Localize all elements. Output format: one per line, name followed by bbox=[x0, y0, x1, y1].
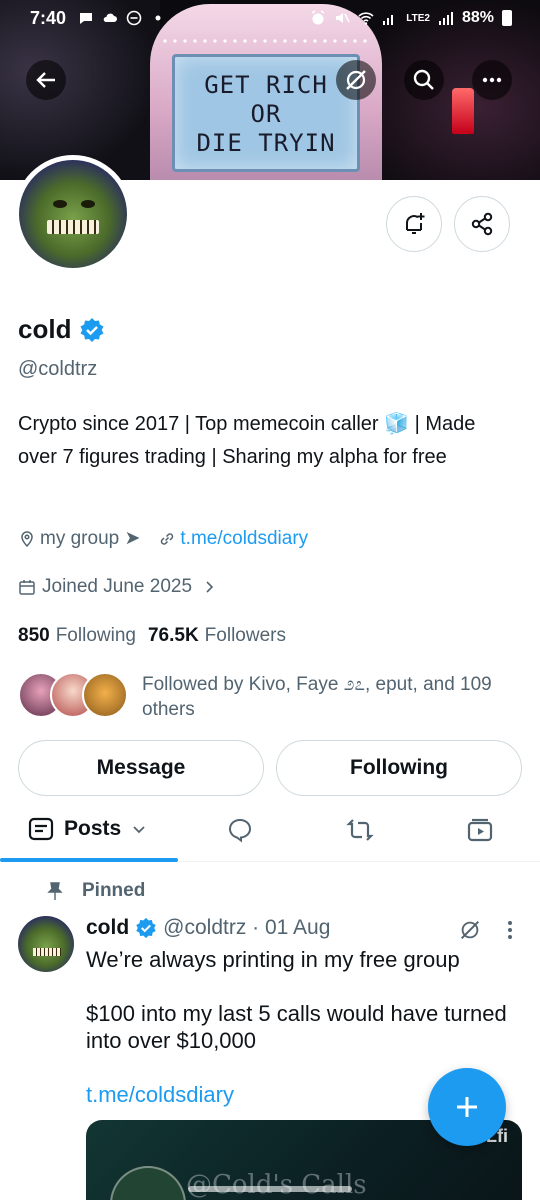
following-label: Following bbox=[55, 625, 136, 646]
share-profile-button[interactable] bbox=[454, 196, 510, 252]
plus-icon bbox=[457, 1097, 477, 1117]
back-arrow-icon bbox=[36, 72, 55, 88]
post-line-1: We’re always printing in my free group bbox=[86, 947, 460, 972]
mute-icon bbox=[336, 13, 350, 23]
notifications-subscribe-button[interactable] bbox=[386, 196, 442, 252]
battery-percent: 88% bbox=[461, 9, 494, 26]
post-header: cold @coldtrz · 01 Aug bbox=[86, 916, 330, 940]
post-body[interactable]: We’re always printing in my free group $… bbox=[86, 946, 516, 1054]
post-link[interactable]: t.me/coldsdiary bbox=[86, 1082, 234, 1108]
profile-website-link[interactable]: t.me/coldsdiary bbox=[180, 528, 308, 550]
profile-location: my group ➤ bbox=[40, 528, 141, 549]
gesture-home-bar[interactable] bbox=[188, 1186, 352, 1192]
followed-by-text[interactable]: Followed by Kivo, Faye ೨೭, eput, and 109… bbox=[142, 672, 522, 722]
post-grok-button[interactable] bbox=[458, 918, 482, 947]
compose-post-button[interactable] bbox=[428, 1068, 506, 1146]
status-time: 7:40 bbox=[30, 8, 67, 28]
repost-icon bbox=[346, 819, 374, 841]
media-card-avatar bbox=[110, 1166, 186, 1200]
bell-plus-icon bbox=[406, 213, 425, 234]
chat-notification-icon bbox=[80, 13, 92, 24]
profile-name-row: cold bbox=[18, 314, 105, 345]
back-button[interactable] bbox=[26, 60, 66, 100]
post-line-2: $100 into my last 5 calls would have tur… bbox=[86, 1001, 507, 1053]
cloud-icon bbox=[103, 13, 117, 22]
grok-icon bbox=[346, 70, 366, 90]
share-icon bbox=[471, 212, 493, 236]
post-more-button[interactable] bbox=[502, 918, 518, 947]
followers-you-know-avatars[interactable] bbox=[18, 672, 128, 718]
chevron-right-icon bbox=[206, 581, 214, 593]
search-icon bbox=[413, 69, 434, 90]
tab-reposts[interactable] bbox=[346, 816, 374, 844]
status-bar: 7:40 LTE2 88% bbox=[0, 0, 540, 38]
profile-name: cold bbox=[18, 314, 72, 344]
avatar-teeth bbox=[47, 220, 99, 234]
sign-line-2: OR bbox=[250, 100, 282, 128]
following-count: 850 bbox=[18, 625, 50, 646]
signal-icon-2 bbox=[438, 12, 453, 25]
avatar-eye-right bbox=[81, 200, 95, 208]
follow-counts: 850 Following 76.5K Followers bbox=[18, 625, 286, 647]
more-icon bbox=[482, 77, 502, 83]
post-author-name[interactable]: cold bbox=[86, 916, 129, 940]
message-button[interactable]: Message bbox=[18, 740, 264, 796]
sign-line-1: GET RICH bbox=[204, 71, 328, 99]
tab-posts[interactable]: Posts bbox=[28, 816, 147, 842]
profile-tabs: Posts bbox=[0, 800, 540, 862]
battery-icon bbox=[502, 10, 512, 26]
followers-count: 76.5K bbox=[147, 625, 199, 646]
more-options-button[interactable] bbox=[472, 60, 512, 100]
posts-tab-icon bbox=[28, 817, 54, 841]
avatar-eye-left bbox=[53, 200, 67, 208]
post-more-icon bbox=[508, 921, 512, 939]
media-icon bbox=[467, 818, 493, 842]
grok-button[interactable] bbox=[336, 60, 376, 100]
location-pin-icon bbox=[21, 530, 33, 547]
post-grok-icon bbox=[460, 920, 480, 940]
dot-icon bbox=[155, 15, 161, 21]
chevron-down-icon bbox=[133, 826, 145, 834]
followers-label: Followers bbox=[204, 625, 286, 646]
following-count-link[interactable]: 850 Following bbox=[18, 625, 136, 647]
post-author-avatar[interactable] bbox=[18, 916, 74, 972]
profile-handle: @coldtrz bbox=[18, 358, 98, 380]
followers-count-link[interactable]: 76.5K Followers bbox=[148, 625, 286, 647]
marquee-board: GET RICH OR DIE TRYIN bbox=[172, 54, 360, 172]
marquee-lights bbox=[160, 38, 372, 44]
reply-bubble-icon bbox=[228, 818, 252, 843]
post-handle-date: @coldtrz · 01 Aug bbox=[163, 916, 331, 939]
signal-icon bbox=[383, 15, 394, 25]
profile-joined: Joined June 2025 bbox=[42, 576, 193, 597]
pinned-label: Pinned bbox=[82, 880, 146, 901]
profile-meta-row: my group ➤ t.me/coldsdiary bbox=[18, 527, 308, 550]
tab-posts-label: Posts bbox=[64, 817, 122, 840]
post-verified-badge-icon bbox=[136, 917, 156, 939]
tab-replies[interactable] bbox=[226, 816, 254, 844]
tab-media[interactable] bbox=[466, 816, 494, 844]
profile-bio: Crypto since 2017 | Top memecoin caller … bbox=[18, 413, 476, 468]
avatar-image bbox=[19, 160, 127, 268]
network-type: LTE2 bbox=[406, 12, 430, 24]
pinned-label-row: Pinned bbox=[46, 880, 145, 902]
following-button[interactable]: Following bbox=[276, 740, 522, 796]
profile-joined-row[interactable]: Joined June 2025 bbox=[18, 576, 216, 598]
banner-red-lamp bbox=[452, 88, 474, 134]
pin-icon bbox=[47, 882, 63, 900]
alarm-icon bbox=[311, 10, 325, 25]
sign-line-3: DIE TRYIN bbox=[196, 129, 336, 157]
wifi-icon bbox=[358, 12, 374, 25]
calendar-icon bbox=[19, 580, 35, 595]
mutual-avatar-3 bbox=[82, 672, 128, 718]
verified-badge-icon[interactable] bbox=[79, 317, 105, 343]
search-button[interactable] bbox=[404, 60, 444, 100]
media-card-title: @Cold's Calls bbox=[186, 1170, 367, 1200]
dnd-icon bbox=[126, 10, 142, 26]
link-icon bbox=[161, 532, 174, 545]
active-tab-indicator bbox=[0, 858, 178, 862]
profile-avatar[interactable] bbox=[14, 155, 132, 273]
